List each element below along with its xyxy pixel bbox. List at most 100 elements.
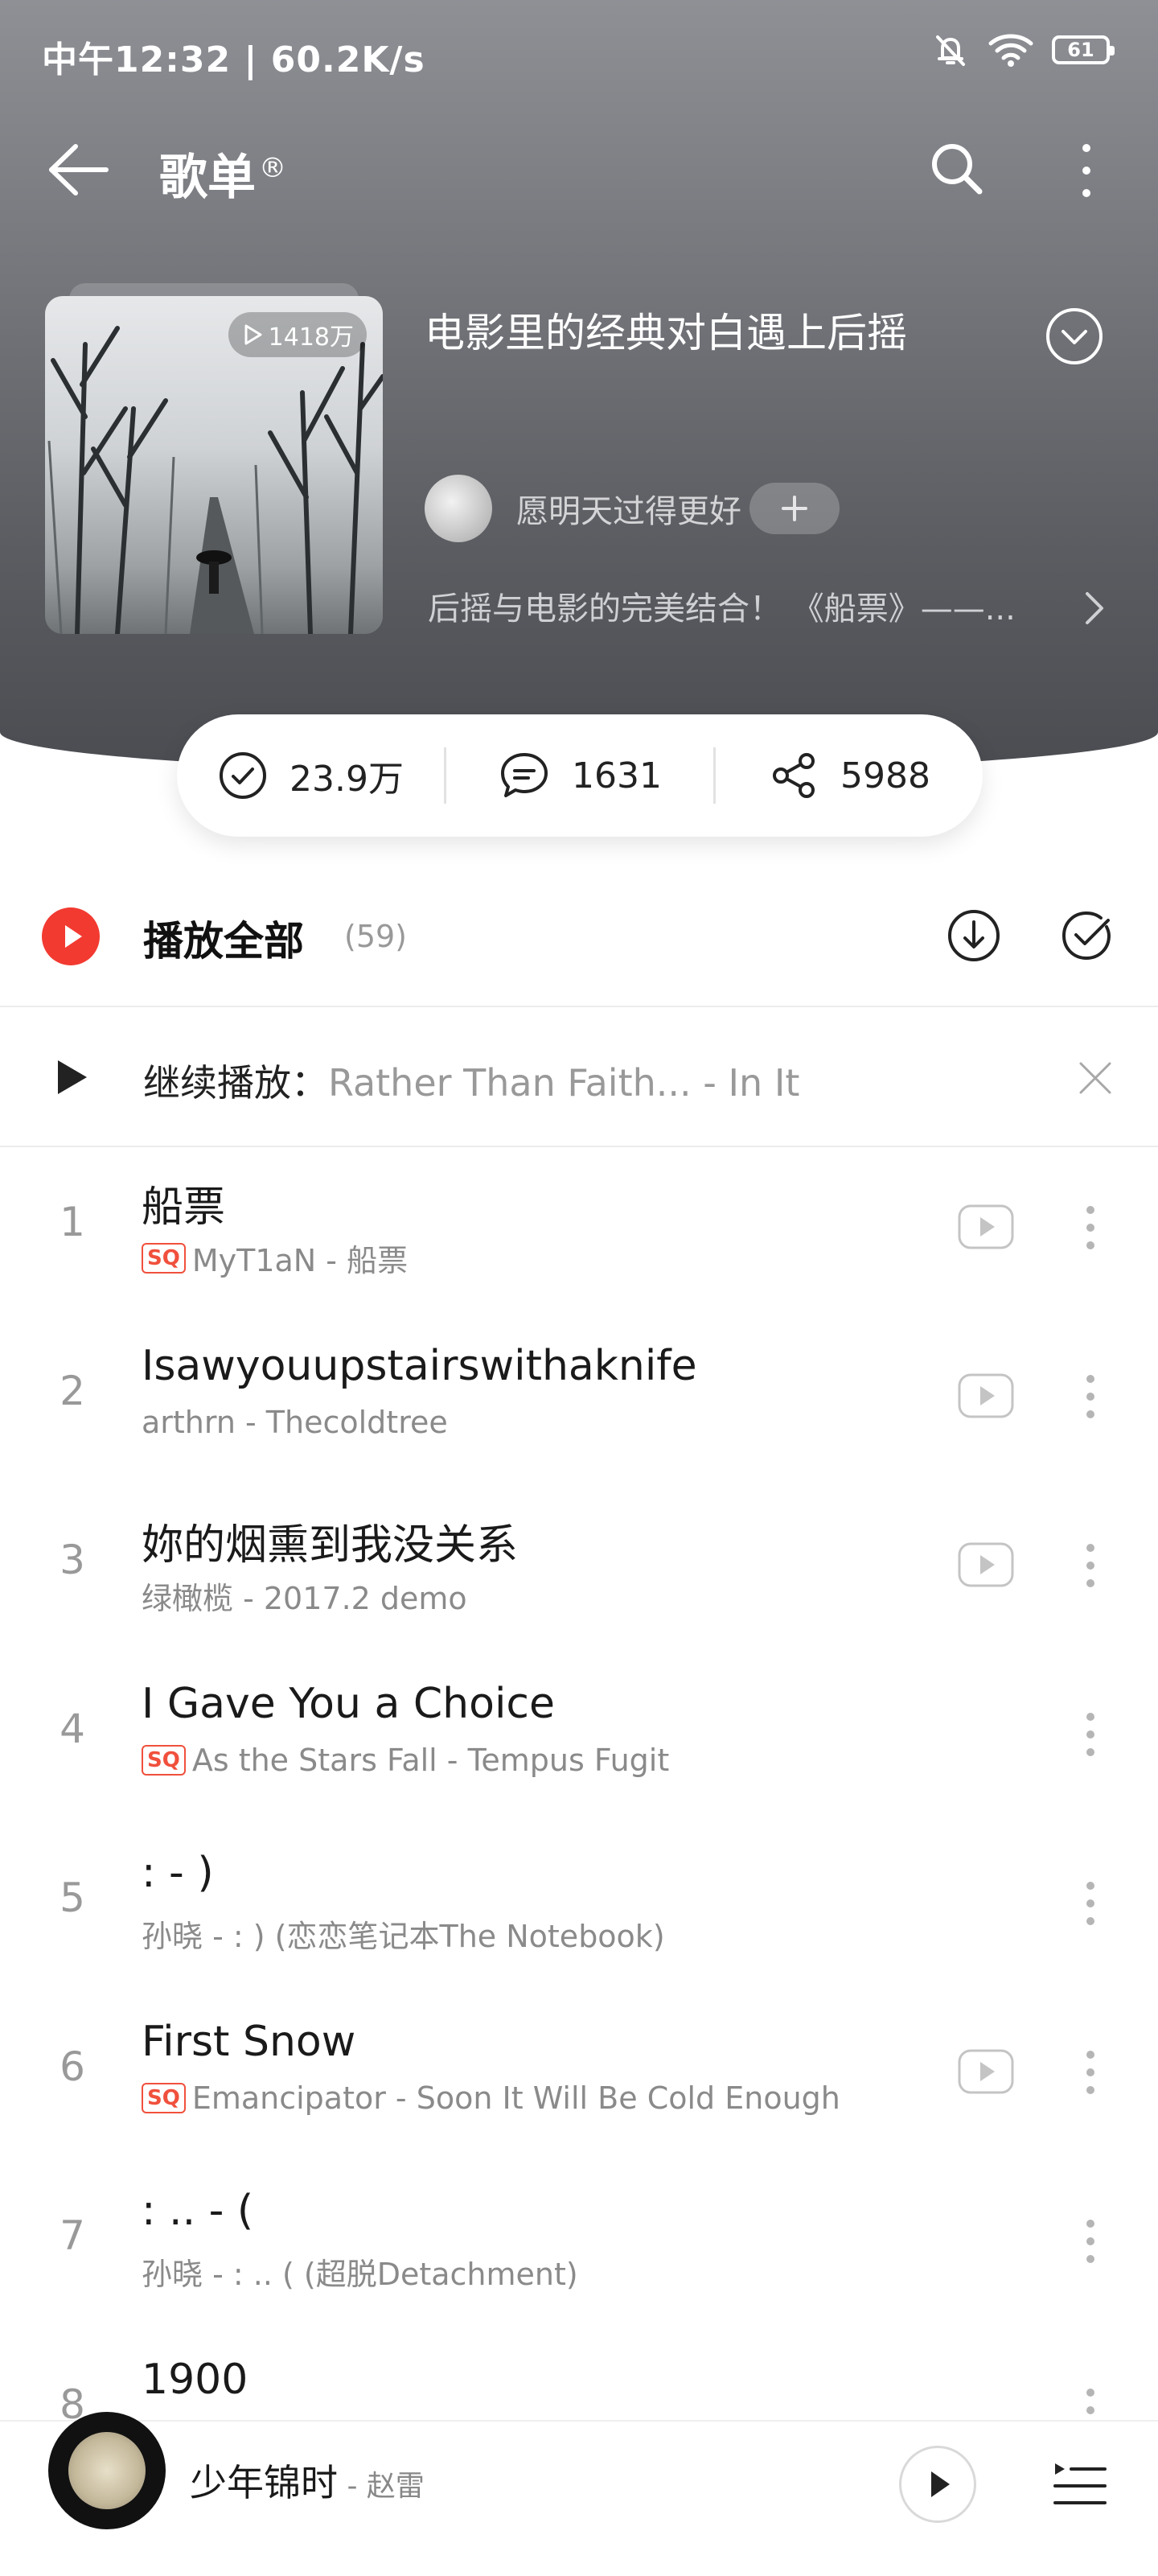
mini-player-album-art[interactable]	[48, 2412, 166, 2529]
mini-player-artist: - 赵雷	[338, 2470, 425, 2503]
song-row[interactable]: 6 First Snow SQ Emancipator - Soon It Wil…	[0, 1990, 1158, 2159]
resume-row[interactable]: 继续播放：Rather Than Faith... - In It	[0, 1009, 1158, 1146]
more-vertical-icon[interactable]	[1074, 1879, 1107, 1928]
back-arrow-icon[interactable]	[43, 140, 111, 200]
sq-badge: SQ	[142, 2083, 186, 2113]
song-title: : - )	[142, 1849, 214, 1897]
song-title: I Gave You a Choice	[142, 1680, 555, 1728]
song-index: 7	[60, 2212, 85, 2259]
song-subtitle: 孙晓 - : ) (恋恋笔记本The Notebook)	[142, 1911, 665, 1956]
chevron-right-icon[interactable]	[1082, 589, 1107, 628]
mini-player[interactable]: 少年锦时 - 赵雷	[0, 2412, 1158, 2576]
registered-mark: ®	[259, 152, 286, 184]
mv-play-icon[interactable]	[957, 1372, 1015, 1419]
share-button[interactable]: 5988	[716, 750, 983, 801]
play-all-label[interactable]: 播放全部	[143, 909, 304, 967]
song-title: 1900	[142, 2356, 248, 2404]
play-all-icon[interactable]	[42, 907, 100, 965]
chevron-down-circle-icon[interactable]	[1044, 306, 1105, 367]
mv-play-icon[interactable]	[957, 1541, 1015, 1588]
song-title: Isawyouupstairswithaknife	[142, 1342, 697, 1390]
creator-avatar[interactable]	[425, 475, 492, 542]
resume-text[interactable]: 继续播放：Rather Than Faith... - In It	[143, 1054, 799, 1107]
playlist-queue-icon[interactable]	[1050, 2460, 1108, 2510]
check-circle-icon	[220, 752, 267, 799]
mv-play-icon[interactable]	[957, 1204, 1015, 1250]
status-time-speed: 中午12:32 | 60.2K/s	[42, 39, 425, 80]
more-vertical-icon[interactable]	[1074, 1710, 1107, 1759]
sq-badge: SQ	[142, 1242, 186, 1274]
song-row[interactable]: 2 Isawyouupstairswithaknife arthrn - The…	[0, 1315, 1158, 1483]
song-title: 船票	[142, 1183, 226, 1232]
comment-icon	[501, 753, 548, 797]
song-row[interactable]: 1 船票 SQ MyT1aN - 船票	[0, 1146, 1158, 1315]
more-vertical-icon[interactable]	[1066, 138, 1107, 203]
sq-badge: SQ	[142, 1745, 186, 1776]
plus-icon	[782, 496, 807, 521]
song-artist-album: 绿橄榄 - 2017.2 demo	[142, 1581, 467, 1616]
song-subtitle: arthrn - Thecoldtree	[142, 1405, 448, 1440]
song-index: 5	[60, 1874, 85, 1921]
cover-image: 1418万	[45, 296, 383, 634]
play-count-text: 1418万	[268, 323, 354, 352]
follow-button[interactable]	[749, 483, 840, 534]
divider	[0, 1006, 1158, 1007]
more-vertical-icon[interactable]	[1074, 2217, 1107, 2265]
creator-name[interactable]: 愿明天过得更好	[516, 485, 741, 532]
song-row[interactable]: 3 妳的烟熏到我没关系 绿橄榄 - 2017.2 demo	[0, 1483, 1158, 1652]
play-all-row[interactable]: 播放全部 (59)	[0, 885, 1158, 1006]
top-bar: 歌单 ®	[0, 121, 1158, 217]
song-row[interactable]: 7 : .. - ( 孙晓 - : .. ( (超脱Detachment)	[0, 2159, 1158, 2328]
status-bar: 中午12:32 | 60.2K/s 61	[0, 0, 1158, 105]
playlist-description[interactable]: 后摇与电影的完美结合！ 《船票》——...	[428, 582, 1071, 629]
creator-row[interactable]: 愿明天过得更好	[425, 475, 840, 542]
song-row[interactable]: 4 I Gave You a Choice SQ As the Stars Fal…	[0, 1652, 1158, 1821]
comment-count: 1631	[572, 755, 662, 796]
play-icon	[931, 2471, 950, 2497]
more-vertical-icon[interactable]	[1074, 1204, 1107, 1252]
play-count-badge: 1418万	[228, 312, 367, 357]
mini-player-track[interactable]: 少年锦时 - 赵雷	[190, 2454, 425, 2507]
song-index: 3	[60, 1537, 85, 1583]
mv-play-icon[interactable]	[957, 2048, 1015, 2095]
song-subtitle: SQ Emancipator - Soon It Will Be Cold Eno…	[142, 2080, 840, 2116]
playlist-title: 电影里的经典对白遇上后摇	[425, 310, 907, 356]
song-artist-album: Emancipator - Soon It Will Be Cold Enoug…	[191, 2080, 840, 2116]
close-icon[interactable]	[1078, 1060, 1113, 1096]
play-triangle-icon	[65, 925, 82, 948]
multi-select-icon[interactable]	[1058, 907, 1115, 964]
resume-label: 继续播放：	[143, 1061, 328, 1105]
song-index: 4	[60, 1706, 85, 1752]
play-small-icon	[244, 324, 262, 345]
download-icon[interactable]	[946, 907, 1002, 964]
song-artist-album: arthrn - Thecoldtree	[142, 1405, 448, 1440]
share-count: 5988	[840, 755, 930, 796]
page-title-text: 歌单	[159, 150, 256, 206]
song-artist-album: As the Stars Fall - Tempus Fugit	[191, 1743, 670, 1778]
play-all-count: (59)	[344, 919, 408, 954]
search-icon[interactable]	[925, 137, 989, 201]
more-vertical-icon[interactable]	[1074, 2048, 1107, 2097]
playlist-cover[interactable]: 1418万	[45, 283, 383, 634]
more-vertical-icon[interactable]	[1074, 1541, 1107, 1590]
more-vertical-icon[interactable]	[1074, 1372, 1107, 1421]
song-index: 2	[60, 1368, 85, 1414]
album-art-center	[68, 2432, 146, 2509]
collect-count: 23.9万	[290, 759, 404, 800]
song-title: First Snow	[142, 2018, 356, 2066]
collect-button[interactable]: 23.9万	[177, 750, 444, 801]
song-artist-album: 孙晓 - : .. ( (超脱Detachment)	[142, 2257, 578, 2292]
mini-play-button[interactable]	[899, 2446, 976, 2523]
battery-icon: 61	[1052, 35, 1115, 64]
wifi-icon	[988, 34, 1033, 67]
comments-button[interactable]: 1631	[446, 750, 713, 801]
play-icon[interactable]	[55, 1057, 90, 1097]
resume-track: Rather Than Faith... - In It	[328, 1061, 800, 1105]
song-subtitle: 孙晓 - : .. ( (超脱Detachment)	[142, 2249, 578, 2294]
mini-player-title: 少年锦时	[190, 2461, 338, 2504]
song-row[interactable]: 5 : - ) 孙晓 - : ) (恋恋笔记本The Notebook)	[0, 1821, 1158, 1990]
song-subtitle: 绿橄榄 - 2017.2 demo	[142, 1574, 467, 1618]
page-title: 歌单 ®	[159, 138, 286, 208]
song-subtitle: SQ As the Stars Fall - Tempus Fugit	[142, 1743, 669, 1778]
song-index: 6	[60, 2043, 85, 2090]
